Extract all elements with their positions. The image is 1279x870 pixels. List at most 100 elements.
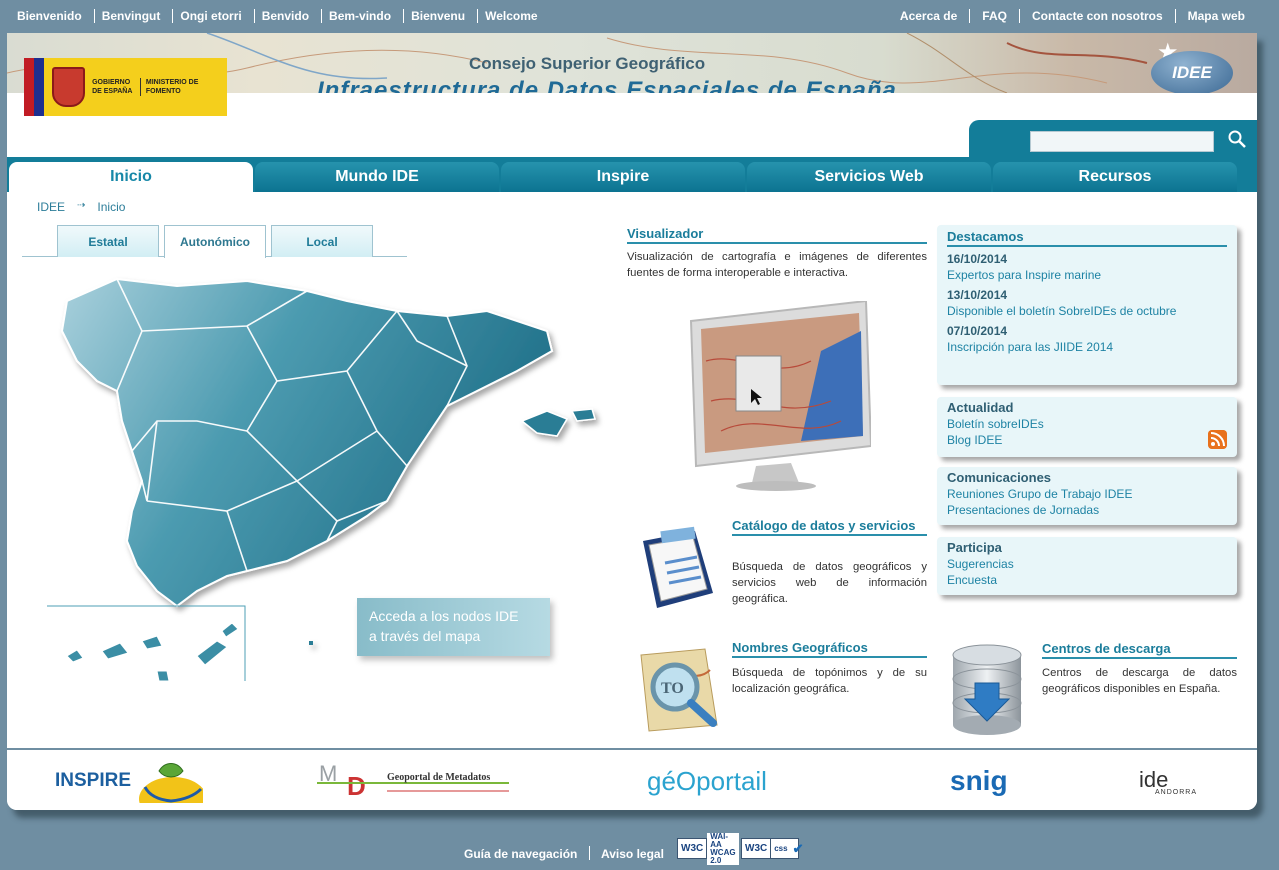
actualidad-box: Actualidad Boletín sobreIDEs Blog IDEE xyxy=(937,397,1237,457)
visualizador-title[interactable]: Visualizador xyxy=(627,226,927,244)
sitemap-link[interactable]: Mapa web xyxy=(1174,9,1257,23)
css-badge[interactable]: W3C css ✔ xyxy=(741,838,804,859)
centros-title[interactable]: Centros de descarga xyxy=(1042,641,1237,659)
database-download-icon[interactable] xyxy=(947,643,1027,735)
destacamos-title: Destacamos xyxy=(947,229,1227,247)
wcag-badge-text: WAI-AA WCAG 2.0 xyxy=(707,832,739,865)
wcag-badge[interactable]: W3C WAI-AA WCAG 2.0 xyxy=(677,832,739,865)
breadcrumb-root[interactable]: IDEE xyxy=(37,200,65,214)
arrow-right-icon: ⇢ xyxy=(77,200,86,211)
news-date: 16/10/2014 xyxy=(947,252,1008,266)
canary-islands-inset[interactable] xyxy=(47,605,246,682)
metadatos-logo[interactable]: M D Geoportal de Metadatos xyxy=(317,758,509,804)
encuesta-link[interactable]: Encuesta xyxy=(947,572,1227,588)
lang-link-gl[interactable]: Benvido xyxy=(255,9,323,23)
catalog-icon[interactable] xyxy=(635,523,723,613)
main-nav: Inicio Mundo IDE Inspire Servicios Web R… xyxy=(7,157,1257,192)
search-icon[interactable] xyxy=(1227,129,1247,149)
ceuta-melilla[interactable] xyxy=(309,641,313,645)
footer: Guía de navegación Aviso legal W3C WAI-A… xyxy=(0,832,1279,868)
svg-text:D: D xyxy=(347,771,366,801)
tab-inspire[interactable]: Inspire xyxy=(501,162,745,192)
balearic-islands[interactable] xyxy=(520,408,596,437)
nombres-text: Búsqueda de topónimos y de su localizaci… xyxy=(732,667,927,695)
language-links: Bienvenido Benvingut Ongi etorri Benvido… xyxy=(10,9,550,23)
navigation-guide-link[interactable]: Guía de navegación xyxy=(464,847,577,861)
partner-logos: INSPIRE M D Geoportal de Metadatos géOpo… xyxy=(7,748,1257,810)
destacamos-box: Destacamos 16/10/2014 Expertos para Insp… xyxy=(937,225,1237,385)
map-level-tabs: Estatal Autonómico Local xyxy=(22,225,407,258)
metadatos-logo-text: Geoportal de Metadatos xyxy=(387,772,491,783)
search-area xyxy=(969,120,1257,157)
coat-of-arms-icon xyxy=(51,67,86,107)
snig-logo[interactable]: snig xyxy=(950,758,1008,804)
geoportail-logo[interactable]: géOportail xyxy=(647,758,767,804)
comunicaciones-title: Comunicaciones xyxy=(947,470,1052,485)
main-card: Consejo Superior Geográfico Infraestruct… xyxy=(7,33,1257,810)
catalogo-title[interactable]: Catálogo de datos y servicios xyxy=(732,518,927,536)
inspire-logo-text: INSPIRE xyxy=(55,770,132,791)
utility-links: Acerca de FAQ Contacte con nosotros Mapa… xyxy=(888,9,1257,23)
tab-servicios-web[interactable]: Servicios Web xyxy=(747,162,991,192)
about-link[interactable]: Acerca de xyxy=(888,9,969,23)
breadcrumb: IDEE ⇢ Inicio xyxy=(37,200,125,214)
monitor-icon[interactable] xyxy=(681,301,871,491)
lang-link-en[interactable]: Welcome xyxy=(478,9,549,23)
participa-title: Participa xyxy=(947,540,1002,555)
visualizador-text: Visualización de cartografía e imágenes … xyxy=(627,251,927,279)
tab-recursos[interactable]: Recursos xyxy=(993,162,1237,192)
eu-flag-icon xyxy=(24,58,44,116)
lang-link-es[interactable]: Bienvenido xyxy=(10,9,95,23)
lang-link-ca[interactable]: Benvingut xyxy=(95,9,174,23)
map-nodes-button[interactable]: Acceda a los nodos IDE a través del mapa xyxy=(357,598,550,656)
map-nodes-line2: a través del mapa xyxy=(369,628,481,644)
tab-autonomico[interactable]: Autonómico xyxy=(164,225,266,258)
reuniones-link[interactable]: Reuniones Grupo de Trabajo IDEE xyxy=(947,486,1227,502)
lang-link-fr[interactable]: Bienvenu xyxy=(404,9,479,23)
spain-mainland[interactable] xyxy=(60,277,554,608)
search-input[interactable] xyxy=(1030,131,1214,152)
tab-inicio[interactable]: Inicio xyxy=(9,162,253,192)
news-link[interactable]: Expertos para Inspire marine xyxy=(947,267,1227,283)
centros-text: Centros de descarga de datos geográficos… xyxy=(1042,667,1237,695)
contact-link[interactable]: Contacte con nosotros xyxy=(1018,9,1175,23)
footer-separator xyxy=(589,846,590,860)
breadcrumb-current: Inicio xyxy=(97,200,126,214)
tab-estatal[interactable]: Estatal xyxy=(57,225,159,257)
legal-notice-link[interactable]: Aviso legal xyxy=(601,847,664,861)
geoportail-logo-text: géOportail xyxy=(647,765,767,796)
government-logo[interactable]: GOBIERNO DE ESPAÑA MINISTERIO DE FOMENTO xyxy=(24,58,227,116)
participa-box: Participa Sugerencias Encuesta xyxy=(937,537,1237,595)
snig-logo-text: snig xyxy=(950,765,1008,796)
lang-link-eu[interactable]: Ongi etorri xyxy=(173,9,255,23)
presentaciones-link[interactable]: Presentaciones de Jornadas xyxy=(947,502,1227,518)
tab-local[interactable]: Local xyxy=(271,225,373,257)
rss-icon[interactable] xyxy=(1208,430,1227,449)
top-bar: Bienvenido Benvingut Ongi etorri Benvido… xyxy=(0,0,1279,33)
news-link[interactable]: Disponible el boletín SobreIDEs de octub… xyxy=(947,303,1227,319)
magnifier-map-icon[interactable]: TO xyxy=(635,645,723,735)
nombres-title[interactable]: Nombres Geográficos xyxy=(732,640,927,658)
boletin-link[interactable]: Boletín sobreIDEs xyxy=(947,416,1227,432)
blog-link[interactable]: Blog IDEE xyxy=(947,432,1227,448)
news-link[interactable]: Inscripción para las JIIDE 2014 xyxy=(947,339,1227,355)
tab-mundo-ide[interactable]: Mundo IDE xyxy=(255,162,499,192)
checkmark-icon: ✔ xyxy=(792,840,804,856)
inspire-emblem-icon xyxy=(139,763,204,803)
catalogo-text: Búsqueda de datos geográficos y servicio… xyxy=(732,561,927,605)
sugerencias-link[interactable]: Sugerencias xyxy=(947,556,1227,572)
w3c-logo-icon: W3C xyxy=(678,839,708,858)
svg-text:TO: TO xyxy=(661,680,684,697)
idee-logo[interactable]: IDEE xyxy=(1151,51,1233,93)
comunicaciones-box: Comunicaciones Reuniones Grupo de Trabaj… xyxy=(937,467,1237,525)
css-badge-text: css xyxy=(771,844,791,853)
news-date: 13/10/2014 xyxy=(947,288,1008,302)
ide-andorra-logo[interactable]: ide ANDORRA xyxy=(1139,758,1197,804)
actualidad-title: Actualidad xyxy=(947,400,1014,415)
inspire-logo[interactable]: INSPIRE xyxy=(55,758,204,804)
ide-andorra-subtext: ANDORRA xyxy=(1155,788,1198,796)
banner-subtitle: Infraestructura de Datos Espaciales de E… xyxy=(317,77,897,93)
lang-link-pt[interactable]: Bem-vindo xyxy=(322,9,405,23)
news-date: 07/10/2014 xyxy=(947,324,1008,338)
faq-link[interactable]: FAQ xyxy=(969,9,1019,23)
